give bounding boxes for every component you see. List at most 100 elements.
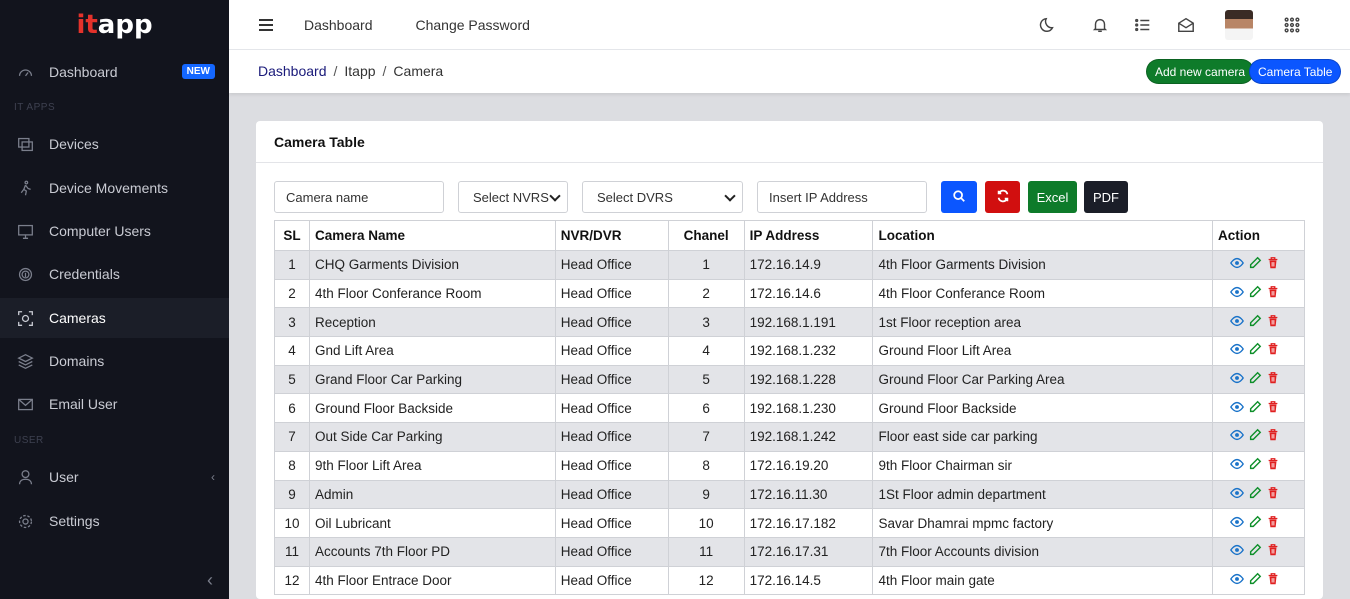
delete-icon[interactable] xyxy=(1266,572,1280,589)
view-icon[interactable] xyxy=(1230,314,1244,331)
refresh-icon xyxy=(996,189,1010,206)
sidebar-item-user[interactable]: User ‹ xyxy=(0,457,229,497)
cell-action xyxy=(1212,565,1305,596)
search-button[interactable] xyxy=(941,181,977,213)
pdf-export-button[interactable]: PDF xyxy=(1084,181,1128,213)
column-header-sl[interactable]: SL xyxy=(274,220,310,251)
delete-icon[interactable] xyxy=(1266,457,1280,474)
view-icon[interactable] xyxy=(1230,285,1244,302)
view-icon[interactable] xyxy=(1230,256,1244,273)
breadcrumb-dashboard[interactable]: Dashboard xyxy=(258,63,327,79)
cell-ip-address: 172.16.19.20 xyxy=(743,450,874,481)
camera-table-button[interactable]: Camera Table xyxy=(1249,59,1342,84)
mail-open-icon[interactable] xyxy=(1177,16,1195,34)
table-row: 5 Grand Floor Car Parking Head Office 5 192.… xyxy=(274,364,1305,395)
bell-icon[interactable] xyxy=(1091,16,1109,34)
table-row: 6 Ground Floor Backside Head Office 6 192.16… xyxy=(274,393,1305,424)
delete-icon[interactable] xyxy=(1266,256,1280,273)
column-header-ip-address[interactable]: IP Address xyxy=(743,220,874,251)
user-avatar[interactable] xyxy=(1225,10,1253,40)
delete-icon[interactable] xyxy=(1266,342,1280,359)
cell-nvr-dvr: Head Office xyxy=(554,278,669,309)
cell-ip-address: 192.168.1.228 xyxy=(743,364,874,395)
top-nav-dashboard[interactable]: Dashboard xyxy=(304,17,373,33)
view-icon[interactable] xyxy=(1230,342,1244,359)
cell-location: Floor east side car parking xyxy=(872,422,1213,452)
cell-sl: 2 xyxy=(274,278,310,309)
sidebar-item-credentials[interactable]: Credentials xyxy=(0,254,229,294)
sidebar-item-computer-users[interactable]: Computer Users xyxy=(0,211,229,251)
breadcrumb-bar: Dashboard / Itapp / Camera Add new camera Ca… xyxy=(229,50,1350,93)
edit-icon[interactable] xyxy=(1248,285,1262,302)
cell-action xyxy=(1212,393,1305,424)
delete-icon[interactable] xyxy=(1266,428,1280,445)
edit-icon[interactable] xyxy=(1248,314,1262,331)
nvrs-select[interactable]: Select NVRS xyxy=(458,181,568,213)
cell-location: 1St Floor admin department xyxy=(872,479,1213,510)
view-icon[interactable] xyxy=(1230,572,1244,589)
list-icon[interactable] xyxy=(1134,16,1152,34)
menu-toggle-icon[interactable] xyxy=(259,18,273,31)
view-icon[interactable] xyxy=(1230,400,1244,417)
sidebar-item-cameras[interactable]: Cameras xyxy=(0,298,229,338)
sidebar-item-label: Credentials xyxy=(49,266,120,282)
sidebar-item-settings[interactable]: Settings xyxy=(0,501,229,541)
delete-icon[interactable] xyxy=(1266,515,1280,532)
excel-export-button[interactable]: Excel xyxy=(1028,181,1077,213)
sidebar-item-device-movements[interactable]: Device Movements xyxy=(0,168,229,208)
reset-button[interactable] xyxy=(985,181,1020,213)
cell-sl: 12 xyxy=(274,565,310,596)
edit-icon[interactable] xyxy=(1248,428,1262,445)
view-icon[interactable] xyxy=(1230,486,1244,503)
view-icon[interactable] xyxy=(1230,515,1244,532)
ip-address-input[interactable]: Insert IP Address xyxy=(757,181,927,213)
delete-icon[interactable] xyxy=(1266,371,1280,388)
apps-grid-icon[interactable] xyxy=(1283,16,1301,34)
dvrs-select[interactable]: Select DVRS xyxy=(582,181,743,213)
table-row: 11 Accounts 7th Floor PD Head Office 11 172.… xyxy=(274,536,1305,567)
cell-camera-name: Grand Floor Car Parking xyxy=(308,364,556,395)
view-icon[interactable] xyxy=(1230,457,1244,474)
edit-icon[interactable] xyxy=(1248,457,1262,474)
view-icon[interactable] xyxy=(1230,543,1244,560)
sidebar-item-dashboard[interactable]: Dashboard NEW xyxy=(0,52,229,92)
sidebar-item-email-user[interactable]: Email User xyxy=(0,384,229,424)
envelope-icon xyxy=(16,395,34,413)
edit-icon[interactable] xyxy=(1248,543,1262,560)
walking-icon xyxy=(16,179,34,197)
column-header-camera-name[interactable]: Camera Name xyxy=(308,220,556,251)
edit-icon[interactable] xyxy=(1248,371,1262,388)
view-icon[interactable] xyxy=(1230,371,1244,388)
delete-icon[interactable] xyxy=(1266,400,1280,417)
delete-icon[interactable] xyxy=(1266,543,1280,560)
column-header-chanel[interactable]: Chanel xyxy=(667,220,745,251)
edit-icon[interactable] xyxy=(1248,256,1262,273)
camera-name-input[interactable]: Camera name xyxy=(274,181,444,213)
edit-icon[interactable] xyxy=(1248,572,1262,589)
edit-icon[interactable] xyxy=(1248,486,1262,503)
cell-chanel: 5 xyxy=(667,364,745,395)
column-header-location[interactable]: Location xyxy=(872,220,1213,251)
cell-camera-name: Reception xyxy=(308,307,556,338)
edit-icon[interactable] xyxy=(1248,515,1262,532)
cell-chanel: 6 xyxy=(667,393,745,424)
collapse-sidebar-icon[interactable]: ‹ xyxy=(207,570,213,591)
add-new-camera-button[interactable]: Add new camera xyxy=(1146,59,1255,84)
cell-ip-address: 172.16.17.31 xyxy=(743,536,874,567)
edit-icon[interactable] xyxy=(1248,400,1262,417)
sidebar-item-devices[interactable]: Devices xyxy=(0,124,229,164)
app-logo[interactable]: it app xyxy=(0,0,229,50)
column-header-nvr-dvr[interactable]: NVR/DVR xyxy=(554,220,669,251)
breadcrumb-itapp[interactable]: Itapp xyxy=(344,63,375,79)
delete-icon[interactable] xyxy=(1266,486,1280,503)
cell-location: Ground Floor Backside xyxy=(872,393,1213,424)
cell-sl: 9 xyxy=(274,479,310,510)
view-icon[interactable] xyxy=(1230,428,1244,445)
top-nav-change-password[interactable]: Change Password xyxy=(416,17,530,33)
sidebar-item-domains[interactable]: Domains xyxy=(0,341,229,381)
delete-icon[interactable] xyxy=(1266,285,1280,302)
moon-icon[interactable] xyxy=(1039,16,1057,34)
cell-nvr-dvr: Head Office xyxy=(554,450,669,481)
edit-icon[interactable] xyxy=(1248,342,1262,359)
delete-icon[interactable] xyxy=(1266,314,1280,331)
